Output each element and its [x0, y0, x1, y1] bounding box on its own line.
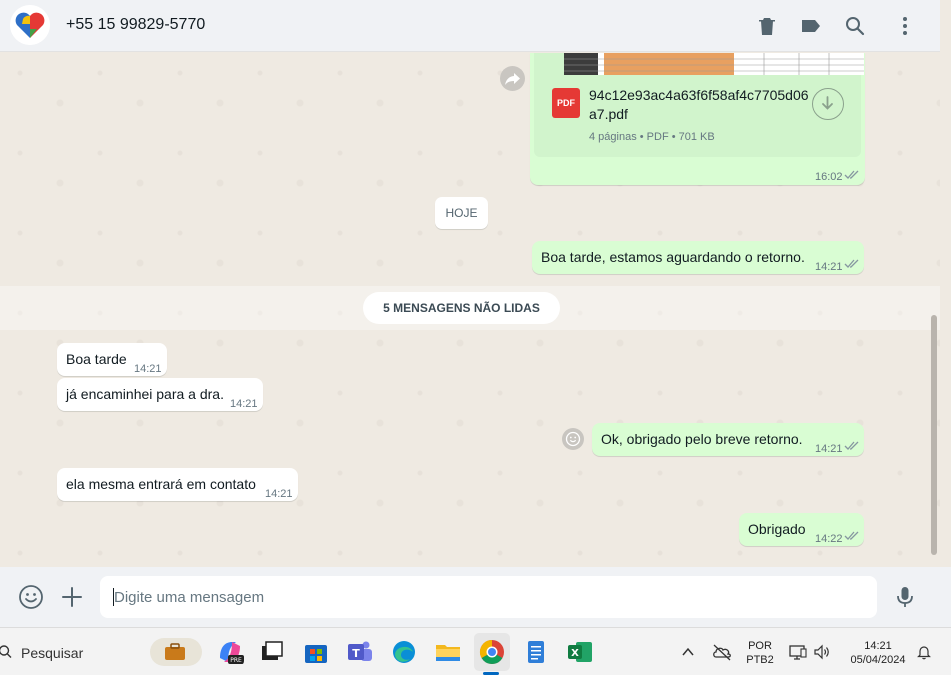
- message-time: 16:02: [815, 171, 843, 183]
- svg-text:T: T: [352, 647, 360, 660]
- menu-icon[interactable]: [893, 14, 917, 38]
- excel-icon[interactable]: X: [566, 638, 594, 666]
- microphone-icon[interactable]: [892, 584, 918, 610]
- taskbar-search-icon[interactable]: [0, 645, 14, 659]
- system-clock[interactable]: 14:21 05/04/2024: [842, 639, 914, 667]
- task-view-icon[interactable]: [258, 638, 286, 666]
- document-preview: [564, 53, 864, 75]
- trash-icon[interactable]: [755, 14, 779, 38]
- notepad-icon[interactable]: [522, 638, 550, 666]
- puzzle-heart-logo: [10, 5, 50, 45]
- taskbar-search-box[interactable]: Pesquisar: [21, 645, 83, 661]
- copilot-icon[interactable]: PRE: [216, 638, 244, 666]
- outgoing-message[interactable]: Boa tarde, estamos aguardando o retorno.…: [532, 241, 864, 274]
- input-language-indicator[interactable]: POR PTB2: [743, 639, 777, 667]
- message-time: 14:21: [815, 261, 843, 273]
- message-input-container[interactable]: [100, 576, 877, 618]
- outgoing-message[interactable]: Obrigado 14:22: [739, 513, 864, 546]
- date-divider: HOJE: [435, 197, 488, 229]
- file-explorer-icon[interactable]: [434, 638, 462, 666]
- read-receipt-icon: [844, 170, 859, 179]
- read-receipt-icon: [844, 259, 859, 268]
- message-text: Ok, obrigado pelo breve retorno.: [601, 431, 803, 447]
- message-text: já encaminhei para a dra.: [66, 386, 224, 402]
- download-icon: [822, 96, 833, 110]
- incoming-message[interactable]: já encaminhei para a dra. 14:21: [57, 378, 263, 411]
- teams-icon[interactable]: T: [346, 638, 374, 666]
- clock-time: 14:21: [864, 640, 892, 652]
- network-icon[interactable]: [789, 644, 807, 660]
- microsoft-store-icon[interactable]: [302, 638, 330, 666]
- message-time: 14:21: [134, 363, 162, 375]
- read-receipt-icon: [844, 441, 859, 450]
- language-code: POR: [748, 640, 772, 652]
- clock-date: 05/04/2024: [850, 654, 906, 666]
- chevron-up-icon[interactable]: [681, 645, 695, 659]
- widget-pill[interactable]: [150, 638, 202, 666]
- download-button[interactable]: [812, 88, 844, 120]
- forward-icon: [505, 73, 520, 85]
- message-text: Boa tarde, estamos aguardando o retorno.: [541, 249, 805, 265]
- outgoing-message[interactable]: Ok, obrigado pelo breve retorno. 14:21: [592, 423, 864, 456]
- message-time: 14:21: [265, 488, 293, 500]
- chat-panel[interactable]: PDF 94c12e93ac4a63f6f58af4c7705d06a7.pdf…: [0, 53, 940, 567]
- message-input[interactable]: [114, 576, 854, 618]
- contact-name[interactable]: +55 15 99829-5770: [66, 16, 205, 34]
- message-time: 14:21: [815, 443, 843, 455]
- message-text: Obrigado: [748, 521, 806, 537]
- read-receipt-icon: [844, 531, 859, 540]
- chat-scrollbar[interactable]: [931, 315, 937, 555]
- briefcase-icon: [165, 643, 185, 660]
- message-time: 14:22: [815, 533, 843, 545]
- message-composer: [0, 567, 951, 627]
- document-meta: 4 páginas • PDF • 701 KB: [589, 131, 715, 143]
- keyboard-layout: PTB2: [746, 654, 774, 666]
- incoming-message[interactable]: Boa tarde 14:21: [57, 343, 167, 376]
- contact-avatar[interactable]: [10, 5, 50, 45]
- message-text: ela mesma entrará em contato: [66, 476, 256, 492]
- attach-plus-icon[interactable]: [59, 584, 85, 610]
- windows-taskbar: Pesquisar PRE T X POR PTB2 14:21 05/04/2…: [0, 627, 951, 675]
- edge-icon[interactable]: [390, 638, 418, 666]
- message-time: 14:21: [230, 398, 258, 410]
- search-icon[interactable]: [843, 14, 867, 38]
- document-file-name: 94c12e93ac4a63f6f58af4c7705d06a7.pdf: [589, 87, 809, 122]
- chrome-icon[interactable]: [478, 638, 506, 666]
- react-button[interactable]: [562, 428, 584, 450]
- unread-messages-divider: 5 MENSAGENS NÃO LIDAS: [363, 292, 560, 324]
- chat-header: +55 15 99829-5770: [0, 0, 940, 52]
- document-message[interactable]: PDF 94c12e93ac4a63f6f58af4c7705d06a7.pdf…: [530, 53, 865, 185]
- message-text: Boa tarde: [66, 351, 127, 367]
- label-icon[interactable]: [799, 14, 823, 38]
- forward-button[interactable]: [500, 66, 525, 91]
- document-card[interactable]: PDF 94c12e93ac4a63f6f58af4c7705d06a7.pdf…: [534, 53, 864, 157]
- emoji-icon[interactable]: [18, 584, 44, 610]
- svg-text:PRE: PRE: [230, 657, 242, 664]
- svg-text:X: X: [571, 648, 579, 659]
- notification-bell-icon[interactable]: [916, 644, 932, 660]
- smiley-icon: [565, 431, 581, 447]
- incoming-message[interactable]: ela mesma entrará em contato 14:21: [57, 468, 298, 501]
- volume-icon[interactable]: [813, 644, 831, 660]
- onedrive-off-icon[interactable]: [712, 643, 732, 661]
- pdf-file-icon: PDF: [552, 88, 580, 118]
